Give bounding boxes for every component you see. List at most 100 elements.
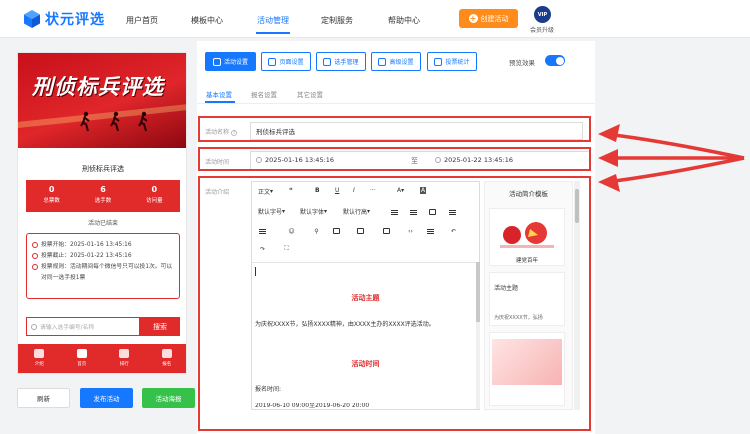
logo-cube-icon [22, 9, 42, 29]
home-icon [76, 349, 87, 358]
editor-heading: 活动时间 [351, 360, 380, 368]
nav-item-activity-manage[interactable]: 活动管理 [257, 15, 289, 26]
stat-total-votes: 0 总票数 [26, 180, 77, 212]
dropdown-label: 默认字体 [300, 209, 325, 216]
font-family-dropdown[interactable]: 默认字体 ▾ [300, 207, 327, 216]
emoji-icon[interactable]: ☺ [287, 227, 296, 235]
template-card-theme[interactable]: 活动主题 为庆祝XXXX节，弘扬 [489, 272, 565, 326]
editor-scrollbar[interactable] [476, 262, 480, 409]
video-icon[interactable] [356, 227, 365, 235]
editor-toolbar-divider [251, 262, 480, 263]
fullscreen-icon[interactable]: ⛶ [282, 245, 291, 253]
line-height-dropdown[interactable]: 默认行高 ▾ [343, 207, 370, 216]
italic-button[interactable]: I [353, 187, 355, 194]
time-start-value: 2025-01-16 13:45:16 [265, 156, 335, 164]
subtab-basic[interactable]: 基本设置 [206, 89, 232, 99]
help-icon[interactable]: ? [231, 130, 238, 136]
preview-toggle[interactable] [545, 55, 565, 66]
divider-icon[interactable] [426, 227, 435, 235]
template-card-pink[interactable] [489, 332, 565, 406]
time-start-input[interactable]: 2025-01-16 13:45:16 [256, 156, 334, 164]
vote-info-box: 投票开始：2025-01-16 13:45:16 投票截止：2025-01-22… [26, 233, 180, 299]
tab-page-settings[interactable]: 页面设置 [261, 52, 311, 71]
tab-vote-stats[interactable]: 投票统计 [427, 52, 477, 71]
tab-signup[interactable]: 报名 [146, 344, 187, 373]
template-card-party[interactable]: 建党百年 [489, 208, 565, 266]
tab-candidate-manage[interactable]: 选手管理 [316, 52, 366, 71]
nav-item-help[interactable]: 帮助中心 [388, 15, 420, 26]
scroll-thumb[interactable] [476, 262, 480, 322]
candidate-search-input[interactable]: 请输入选手编号/名称 [26, 317, 140, 336]
tab-ranking[interactable]: 排行 [103, 344, 146, 373]
paragraph-style-dropdown[interactable]: 正文 ▾ [258, 187, 273, 196]
plus-icon: + [468, 14, 478, 23]
runner-icon [110, 111, 120, 132]
toolbtn-label: 选手管理 [334, 59, 359, 66]
link-icon[interactable]: ⚲ [312, 227, 321, 235]
font-size-dropdown[interactable]: 默认字号 ▾ [258, 207, 285, 216]
align-icon[interactable] [258, 227, 267, 235]
redo-icon[interactable]: ↷ [258, 245, 267, 253]
more-styles-button[interactable]: ··· [370, 187, 376, 194]
activity-intro-label: 活动介绍 [205, 189, 230, 196]
nav-item-home[interactable]: 用户首页 [126, 15, 158, 26]
scroll-thumb[interactable] [575, 189, 579, 223]
undo-icon[interactable]: ↶ [449, 227, 458, 235]
bullet-list-icon[interactable] [390, 208, 399, 216]
tab-label: 首页 [77, 362, 87, 367]
time-end-input[interactable]: 2025-01-22 13:45:16 [435, 156, 513, 164]
subtab-other[interactable]: 其它设置 [297, 89, 323, 99]
activity-name-input[interactable]: 刑侦标兵评选 [250, 122, 583, 140]
code-icon[interactable]: ‹› [406, 227, 415, 235]
underline-button[interactable]: U [335, 187, 339, 194]
banner-stripe [18, 103, 186, 129]
stats-bar: 0 总票数 6 选手数 0 访问量 [26, 180, 180, 212]
indent-icon[interactable] [448, 208, 457, 216]
publish-activity-button[interactable]: 发布活动 [80, 388, 133, 408]
tab-activity-settings[interactable]: 活动设置 [205, 52, 256, 71]
toolbtn-label: 活动设置 [223, 59, 248, 66]
subtab-signup[interactable]: 报名设置 [251, 89, 277, 99]
stat-value: 6 [100, 185, 106, 194]
create-activity-button[interactable]: + 创建活动 [459, 9, 518, 28]
runner-icon [80, 111, 90, 132]
editor-heading: 活动主题 [351, 294, 380, 302]
numbered-list-icon[interactable] [409, 208, 418, 216]
activity-poster-button[interactable]: 活动海报 [142, 388, 195, 408]
tab-advanced-settings[interactable]: 高级设置 [371, 52, 421, 71]
template-card-label: 活动主题 [494, 285, 519, 292]
refresh-button[interactable]: 刷新 [17, 388, 70, 408]
tab-intro[interactable]: 介绍 [18, 344, 61, 373]
logo-text: 状元评选 [45, 12, 105, 28]
tab-label: 报名 [162, 362, 172, 367]
vote-end-row: 投票截止：2025-01-22 13:45:16 [32, 251, 174, 262]
edit-icon [161, 349, 172, 358]
search-button[interactable]: 搜索 [140, 317, 180, 336]
quote-button[interactable]: ❝ [289, 187, 293, 194]
dropdown-label: 默认行高 [343, 209, 368, 216]
activity-name-label: 活动名称? [205, 127, 238, 136]
create-activity-label: 创建活动 [480, 14, 509, 23]
vip-badge-icon[interactable]: VIP [534, 6, 551, 23]
template-scrollbar[interactable] [574, 181, 580, 410]
todo-list-icon[interactable] [428, 208, 437, 216]
stat-value: 0 [151, 185, 158, 194]
image-icon[interactable] [332, 227, 341, 235]
stat-visits: 0 访问量 [129, 180, 180, 212]
subtab-active-underline [205, 101, 235, 103]
vote-rule-row: 投票规则：活动期间每个微信号只可以投1次。可以对同一选手投1票 [32, 262, 174, 284]
background-color-button[interactable]: A [420, 187, 427, 194]
bold-button[interactable]: B [315, 187, 320, 194]
nav-item-templates[interactable]: 模板中心 [191, 15, 223, 26]
vote-start-row: 投票开始：2025-01-16 13:45:16 [32, 240, 174, 251]
nav-item-custom-service[interactable]: 定制服务 [321, 15, 353, 26]
dropdown-label: 默认字号 [258, 209, 283, 216]
logo[interactable]: 状元评选 [22, 9, 105, 29]
table-icon[interactable] [382, 227, 391, 235]
page-icon [268, 57, 277, 66]
tab-home[interactable]: 首页 [61, 344, 104, 373]
vip-upgrade-label[interactable]: 会员升级 [530, 25, 554, 34]
stat-candidates: 6 选手数 [77, 180, 128, 212]
font-color-button[interactable]: A ▾ [397, 187, 404, 194]
template-card-label: 建党百年 [515, 258, 538, 264]
